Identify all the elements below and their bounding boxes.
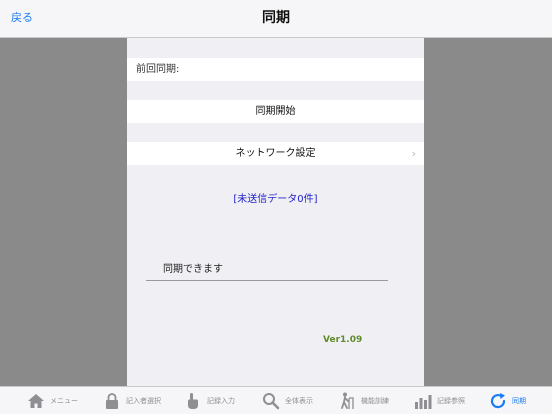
tab-sync[interactable]: 同期	[489, 387, 526, 414]
sync-panel: 前回同期: 同期開始 ネットワーク設定 › [未送信データ0件] 同期できます …	[127, 38, 424, 386]
bar-chart-icon	[415, 394, 432, 409]
tab-record-view[interactable]: 記録参照	[414, 387, 465, 414]
tab-overview-label: 全体表示	[285, 396, 313, 405]
tab-record-input[interactable]: 記録入力	[184, 387, 235, 414]
last-sync-label: 前回同期:	[136, 64, 180, 75]
network-settings-label: ネットワーク設定	[235, 148, 316, 159]
chevron-right-icon: ›	[411, 147, 416, 160]
start-sync-label: 同期開始	[255, 106, 296, 117]
page-title: 同期	[262, 10, 290, 26]
home-icon	[28, 393, 44, 408]
tab-training-label: 機能訓練	[361, 396, 389, 405]
tab-training[interactable]: 機能訓練	[338, 387, 389, 414]
lock-icon	[106, 392, 118, 409]
sync-status-field: 同期できます	[146, 260, 388, 281]
tab-menu[interactable]: メニュー	[27, 387, 78, 414]
tab-bar: メニュー 記入者選択 記録入力 全体表示 機能訓練 記録参照 同期	[0, 386, 552, 414]
right-side-panel	[424, 38, 552, 386]
walker-icon	[341, 392, 354, 409]
search-icon	[263, 392, 280, 409]
tab-record-view-label: 記録参照	[437, 396, 465, 405]
network-settings-row[interactable]: ネットワーク設定 ›	[127, 142, 424, 165]
left-side-panel	[0, 38, 127, 386]
version-label: Ver1.09	[323, 335, 363, 345]
tab-writer-select-label: 記入者選択	[126, 396, 161, 405]
sync-status-text: 同期できます	[163, 264, 223, 275]
last-sync-row: 前回同期:	[127, 58, 424, 81]
sync-icon	[490, 392, 506, 408]
hand-pointer-icon	[188, 392, 198, 409]
tab-record-input-label: 記録入力	[207, 396, 235, 405]
tab-overview[interactable]: 全体表示	[262, 387, 313, 414]
tab-sync-label: 同期	[512, 396, 526, 405]
navigation-bar: 戻る 同期	[0, 0, 552, 38]
tab-menu-label: メニュー	[50, 396, 78, 405]
start-sync-button[interactable]: 同期開始	[127, 100, 424, 123]
unsent-data-count: [未送信データ0件]	[233, 194, 318, 205]
tab-writer-select[interactable]: 記入者選択	[103, 387, 161, 414]
